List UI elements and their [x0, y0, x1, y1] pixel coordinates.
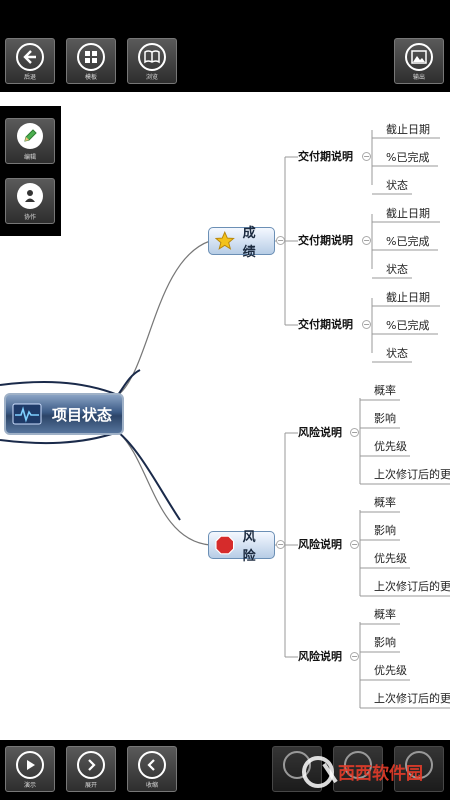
item-priority[interactable]: 优先级 [374, 552, 407, 566]
collapse-toggle[interactable]: − [350, 652, 359, 661]
item-percent-complete[interactable]: %已完成 [386, 151, 429, 165]
expand-button[interactable]: 展开 [66, 746, 116, 792]
item-percent-complete[interactable]: %已完成 [386, 319, 429, 333]
star-icon [215, 231, 235, 250]
subtopic-risk[interactable]: 风险说明 [298, 538, 342, 552]
pulse-monitor-icon [12, 403, 42, 425]
subtopic-delivery[interactable]: 交付期说明 [298, 150, 353, 164]
book-icon [138, 43, 166, 71]
collapse-toggle[interactable]: − [350, 428, 359, 437]
root-topic[interactable]: 项目状态 [4, 393, 124, 435]
item-status[interactable]: 状态 [386, 263, 408, 277]
back-button[interactable]: 后退 [5, 38, 55, 84]
back-label: 后退 [23, 74, 36, 81]
collapse-toggle[interactable]: − [362, 152, 371, 161]
item-percent-complete[interactable]: %已完成 [386, 235, 429, 249]
pencil-icon [17, 123, 43, 149]
export-button[interactable]: 输出 [394, 38, 444, 84]
branch-topic-achievement[interactable]: 成绩 [208, 226, 275, 260]
template-label: 模板 [84, 74, 97, 81]
item-priority[interactable]: 优先级 [374, 664, 407, 678]
back-arrow-icon [16, 43, 44, 71]
root-topic-label: 项目状态 [52, 405, 113, 424]
watermark-logo: 西西软件园 [300, 752, 450, 792]
top-toolbar: 后退 模板 浏览 输出 [0, 0, 450, 92]
collapse-toggle[interactable]: − [362, 236, 371, 245]
mindmap-app: 后退 模板 浏览 输出 编辑 协作 项目状态 成绩 − 风险 − 交付期说明 −… [0, 0, 450, 800]
item-deadline[interactable]: 截止日期 [386, 123, 430, 137]
collapse-toggle[interactable]: − [276, 540, 285, 549]
chevron-right-icon [77, 751, 105, 779]
branch-topic-label: 风险 [242, 530, 256, 564]
item-status[interactable]: 状态 [386, 347, 408, 361]
grid-icon [77, 43, 105, 71]
present-label: 演示 [23, 782, 36, 789]
play-icon [16, 751, 44, 779]
export-label: 输出 [412, 74, 425, 81]
item-deadline[interactable]: 截止日期 [386, 291, 430, 305]
edit-button[interactable]: 编辑 [5, 118, 55, 164]
collapse-label: 收缩 [145, 782, 158, 789]
item-impact[interactable]: 影响 [374, 524, 396, 538]
subtopic-risk[interactable]: 风险说明 [298, 426, 342, 440]
stop-icon [215, 535, 235, 555]
watermark-text: 西西软件园 [338, 763, 423, 784]
subtopic-delivery[interactable]: 交付期说明 [298, 318, 353, 332]
item-last-revised[interactable]: 上次修订后的更 [374, 580, 450, 594]
collapse-toggle[interactable]: − [276, 236, 285, 245]
expand-label: 展开 [84, 782, 97, 789]
item-last-revised[interactable]: 上次修订后的更 [374, 692, 450, 706]
item-status[interactable]: 状态 [386, 179, 408, 193]
collapse-button[interactable]: 收缩 [127, 746, 177, 792]
item-probability[interactable]: 概率 [374, 496, 396, 510]
collapse-toggle[interactable]: − [350, 540, 359, 549]
item-deadline[interactable]: 截止日期 [386, 207, 430, 221]
subtopic-delivery[interactable]: 交付期说明 [298, 234, 353, 248]
person-icon [17, 183, 43, 209]
collapse-toggle[interactable]: − [362, 320, 371, 329]
branch-topic-label: 成绩 [242, 226, 256, 260]
image-export-icon [405, 43, 433, 71]
browse-button[interactable]: 浏览 [127, 38, 177, 84]
collaborate-label: 协作 [23, 214, 36, 221]
edit-label: 编辑 [23, 154, 36, 161]
subtopic-risk[interactable]: 风险说明 [298, 650, 342, 664]
item-last-revised[interactable]: 上次修订后的更 [374, 468, 450, 482]
chevron-left-icon [138, 751, 166, 779]
collaborate-button[interactable]: 协作 [5, 178, 55, 224]
branch-topic-risk[interactable]: 风险 [208, 530, 275, 564]
item-probability[interactable]: 概率 [374, 384, 396, 398]
side-panel: 编辑 协作 [0, 106, 61, 236]
item-impact[interactable]: 影响 [374, 412, 396, 426]
item-impact[interactable]: 影响 [374, 636, 396, 650]
browse-label: 浏览 [145, 74, 158, 81]
item-probability[interactable]: 概率 [374, 608, 396, 622]
template-button[interactable]: 模板 [66, 38, 116, 84]
present-button[interactable]: 演示 [5, 746, 55, 792]
item-priority[interactable]: 优先级 [374, 440, 407, 454]
